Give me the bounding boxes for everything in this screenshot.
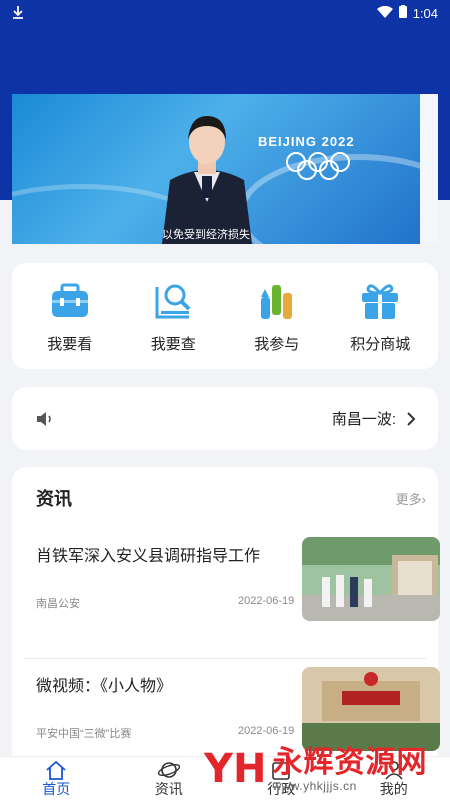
wifi-icon — [376, 5, 393, 21]
quick-link-points-mall[interactable]: 积分商城 — [335, 279, 425, 354]
banner-next-slide-edge — [420, 94, 438, 244]
quick-link-search[interactable]: 我要查 — [128, 279, 218, 354]
news-item-source: 平安中国“三微”比赛 — [36, 728, 132, 740]
watermark-text: 永辉资源网 — [272, 745, 428, 779]
olympic-rings-icon — [286, 152, 350, 180]
site-watermark: YH 永辉资源网 www.yhkjjjs.cn — [204, 738, 450, 800]
speaker-icon — [37, 411, 51, 426]
watermark-logo: YH — [204, 746, 267, 792]
news-item-date: 2022-06-19 — [238, 725, 295, 737]
officer-figure — [162, 116, 252, 244]
news-item-source: 南昌公安 — [36, 598, 80, 610]
quick-link-watch[interactable]: 我要看 — [25, 279, 115, 354]
banner-caption: 以免受到经济损失 — [162, 229, 250, 241]
news-item-title: 肖铁军深入安义县调研指导工作 — [36, 548, 261, 565]
news-item-date: 2022-06-19 — [238, 595, 295, 607]
news-item-title: 微视频：《小人物》 — [36, 678, 173, 695]
status-bar: 1:04 — [0, 0, 450, 26]
quick-link-label: 积分商城 — [350, 335, 411, 353]
toolbox-icon — [51, 283, 88, 317]
battery-icon — [398, 5, 407, 21]
status-time: 1:04 — [412, 5, 438, 21]
news-more-link[interactable]: 更多› — [396, 489, 426, 508]
chevron-right-icon — [407, 411, 416, 426]
watermark-url: www.yhkjjjs.cn — [272, 778, 357, 793]
tab-label: 资讯 — [154, 780, 183, 797]
quick-link-label: 我要查 — [150, 335, 196, 353]
quick-links-card: 我要看 我要查 我参与 积分商城 — [12, 263, 438, 369]
raised-hands-icon — [260, 284, 292, 319]
tab-label: 首页 — [42, 780, 71, 797]
search-document-icon — [155, 284, 191, 318]
notice-bar[interactable]: 南昌一波: — [12, 387, 438, 450]
banner-carousel[interactable]: BEIJING 2022 以免受到经济损失 — [12, 94, 438, 244]
quick-link-participate[interactable]: 我参与 — [232, 279, 322, 354]
download-icon — [12, 5, 24, 22]
quick-link-label: 我参与 — [254, 335, 300, 353]
gift-icon — [362, 283, 399, 319]
news-thumbnail — [302, 537, 440, 621]
banner-logo-text: BEIJING 2022 — [258, 134, 355, 149]
notice-text: 南昌一波: — [331, 411, 396, 428]
news-planet-icon — [157, 762, 180, 778]
quick-link-label: 我要看 — [47, 335, 93, 353]
news-item[interactable]: 肖铁军深入安义县调研指导工作 南昌公安 2022-06-19 — [24, 529, 440, 659]
home-icon — [46, 760, 66, 780]
tab-home[interactable]: 首页 — [0, 757, 113, 800]
news-section-title: 资讯 — [36, 489, 72, 509]
